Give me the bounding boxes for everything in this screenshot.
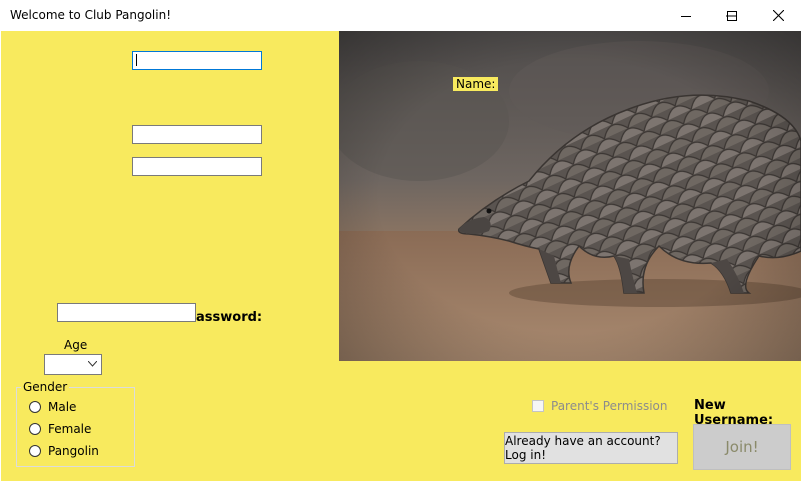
chevron-down-icon (88, 361, 97, 367)
radio-label: Male (48, 400, 77, 414)
close-button[interactable] (755, 0, 801, 31)
password-label: assword: (196, 310, 263, 325)
text-input-3[interactable] (132, 157, 262, 176)
checkbox-icon (532, 400, 544, 412)
age-select[interactable] (44, 354, 102, 375)
radio-circle-icon (29, 423, 41, 435)
radio-circle-icon (29, 401, 41, 413)
gender-radio-female[interactable]: Female (29, 422, 91, 436)
join-button[interactable]: Join! (693, 424, 791, 470)
maximize-icon (727, 10, 737, 21)
close-icon (772, 10, 784, 21)
minimize-button[interactable] (663, 0, 709, 31)
window-title: Welcome to Club Pangolin! (10, 8, 172, 22)
login-button[interactable]: Already have an account? Log in! (504, 432, 678, 464)
gender-radio-male[interactable]: Male (29, 400, 76, 414)
name-label: Name: (453, 77, 499, 91)
gender-group-label: Gender (21, 380, 70, 394)
age-label: Age (64, 338, 88, 352)
radio-label: Pangolin (48, 444, 99, 458)
radio-circle-icon (29, 445, 41, 457)
minimize-icon (681, 15, 691, 17)
pangolin-photo: Name: (339, 31, 801, 361)
checkbox-label: Parent's Permission (551, 399, 668, 413)
text-input-2[interactable] (132, 125, 262, 144)
radio-label: Female (48, 422, 92, 436)
pangolin-image (339, 31, 801, 361)
app-window: Welcome to Club Pangolin! assword: Age G… (0, 0, 802, 482)
password-input[interactable] (57, 303, 196, 322)
name-input[interactable] (132, 51, 262, 70)
parents-permission-checkbox[interactable]: Parent's Permission (532, 399, 668, 413)
form-client-area: assword: Age Gender Male Female Pangolin (1, 31, 801, 481)
maximize-button[interactable] (709, 0, 755, 31)
text-caret (136, 54, 137, 66)
gender-radio-pangolin[interactable]: Pangolin (29, 444, 99, 458)
